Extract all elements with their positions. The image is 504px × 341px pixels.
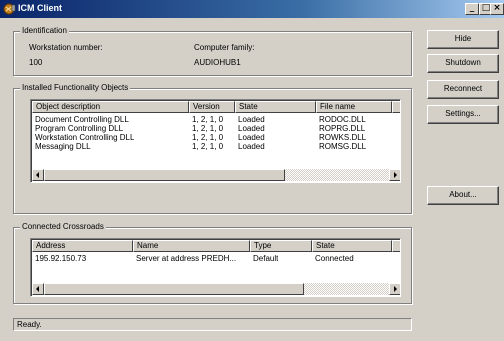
cell-object-description: Workstation Controlling DLL xyxy=(35,133,135,142)
column-header-address[interactable]: Address xyxy=(32,240,133,252)
cell-state: Loaded xyxy=(238,133,265,142)
cell-state: Loaded xyxy=(238,115,265,124)
column-header-state[interactable]: State xyxy=(235,101,316,113)
cell-version: 1, 2, 1, 0 xyxy=(192,142,224,151)
scroll-left-button[interactable] xyxy=(32,169,44,181)
cell-object-description: Program Controlling DLL xyxy=(35,124,124,133)
arrow-left-icon xyxy=(36,286,39,292)
table-row[interactable]: Document Controlling DLL 1, 2, 1, 0 Load… xyxy=(32,115,399,124)
status-bar: Ready. xyxy=(13,318,412,331)
identification-group: Identification Workstation number: 100 C… xyxy=(13,26,412,76)
scroll-track[interactable] xyxy=(285,169,389,181)
functionality-header: Object description Version State File na… xyxy=(32,101,400,113)
cell-state: Connected xyxy=(315,254,354,263)
workstation-number-value: 100 xyxy=(29,58,43,67)
reconnect-button[interactable]: Reconnect xyxy=(427,80,499,99)
scroll-right-button[interactable] xyxy=(389,169,400,181)
cell-version: 1, 2, 1, 0 xyxy=(192,133,224,142)
cell-name: Server at address PREDH... xyxy=(136,254,237,263)
computer-family-label: Computer family: xyxy=(194,43,255,52)
scroll-left-button[interactable] xyxy=(32,283,44,295)
table-row[interactable]: Messaging DLL 1, 2, 1, 0 Loaded ROMSG.DL… xyxy=(32,142,399,151)
crossroads-horizontal-scrollbar[interactable] xyxy=(32,283,400,295)
cell-file-name: RODOC.DLL xyxy=(319,115,366,124)
column-header-filler xyxy=(392,101,400,113)
cell-file-name: ROWKS.DLL xyxy=(319,133,367,142)
scroll-right-button[interactable] xyxy=(389,283,400,295)
crossroads-list[interactable]: Address Name Type State 195.92.150.73 Se… xyxy=(30,238,401,297)
settings-button[interactable]: Settings... xyxy=(427,105,499,124)
crossroads-legend: Connected Crossroads xyxy=(20,222,106,231)
functionality-group: Installed Functionality Objects Object d… xyxy=(13,83,412,214)
column-header-filler xyxy=(392,240,400,252)
table-row[interactable]: Program Controlling DLL 1, 2, 1, 0 Loade… xyxy=(32,124,399,133)
cell-object-description: Messaging DLL xyxy=(35,142,91,151)
scroll-thumb[interactable] xyxy=(44,283,304,295)
cell-version: 1, 2, 1, 0 xyxy=(192,115,224,124)
column-header-object-description[interactable]: Object description xyxy=(32,101,189,113)
column-header-name[interactable]: Name xyxy=(133,240,250,252)
cell-address: 195.92.150.73 xyxy=(35,254,87,263)
table-row[interactable]: Workstation Controlling DLL 1, 2, 1, 0 L… xyxy=(32,133,399,142)
scroll-track[interactable] xyxy=(304,283,389,295)
cell-file-name: ROMSG.DLL xyxy=(319,142,367,151)
cell-type: Default xyxy=(253,254,279,263)
functionality-legend: Installed Functionality Objects xyxy=(20,83,131,92)
app-icon xyxy=(3,3,16,15)
minimize-button[interactable]: _ xyxy=(465,3,479,15)
hide-button[interactable]: Hide xyxy=(427,30,499,49)
cell-state: Loaded xyxy=(238,142,265,151)
workstation-number-label: Workstation number: xyxy=(29,43,103,52)
arrow-right-icon xyxy=(394,286,397,292)
cell-state: Loaded xyxy=(238,124,265,133)
close-button[interactable]: × xyxy=(490,3,504,15)
cell-object-description: Document Controlling DLL xyxy=(35,115,129,124)
arrow-right-icon xyxy=(394,172,397,178)
title-bar[interactable]: ICM Client _ □ × xyxy=(0,0,504,18)
functionality-list[interactable]: Object description Version State File na… xyxy=(30,99,401,183)
identification-legend: Identification xyxy=(20,26,69,35)
functionality-horizontal-scrollbar[interactable] xyxy=(32,169,400,181)
cell-version: 1, 2, 1, 0 xyxy=(192,124,224,133)
shutdown-button[interactable]: Shutdown xyxy=(427,54,499,73)
column-header-file-name[interactable]: File name xyxy=(316,101,392,113)
crossroads-group: Connected Crossroads Address Name Type S… xyxy=(13,222,412,304)
cell-file-name: ROPRG.DLL xyxy=(319,124,366,133)
scroll-thumb[interactable] xyxy=(44,169,285,181)
column-header-state[interactable]: State xyxy=(312,240,392,252)
computer-family-value: AUDIOHUB1 xyxy=(194,58,241,67)
window-title: ICM Client xyxy=(18,3,62,13)
column-header-version[interactable]: Version xyxy=(189,101,235,113)
arrow-left-icon xyxy=(36,172,39,178)
crossroads-header: Address Name Type State xyxy=(32,240,400,252)
about-button[interactable]: About... xyxy=(427,186,499,205)
column-header-type[interactable]: Type xyxy=(250,240,312,252)
table-row[interactable]: 195.92.150.73 Server at address PREDH...… xyxy=(32,254,399,263)
